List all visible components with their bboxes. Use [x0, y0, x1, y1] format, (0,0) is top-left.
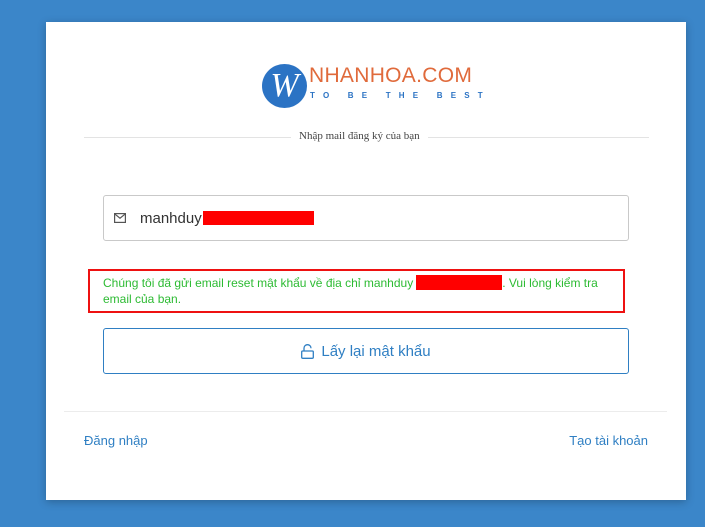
email-text: manhduy [140, 209, 202, 227]
success-message: Chúng tôi đã gửi email reset mật khẩu về… [88, 269, 625, 313]
email-field[interactable]: manhduy [103, 195, 629, 241]
email-value: manhduy [140, 210, 314, 227]
footer-divider [64, 411, 667, 412]
redaction-block [416, 275, 503, 290]
mail-icon [114, 213, 126, 223]
logo-letter: W [270, 67, 299, 104]
unlock-icon [301, 343, 315, 359]
reset-password-label: Lấy lại mật khẩu [321, 342, 431, 360]
recovery-card: W NHANHOA.COM TO BE THE BEST Nhập mail đ… [46, 22, 686, 500]
redaction-block [202, 211, 314, 225]
register-link[interactable]: Tạo tài khoản [569, 433, 648, 448]
success-message-prefix: Chúng tôi đã gửi email reset mật khẩu về… [103, 276, 414, 290]
logo-name: NHANHOA.COM [309, 64, 473, 87]
logo: W NHANHOA.COM TO BE THE BEST [262, 62, 483, 112]
logo-circle: W [262, 64, 307, 108]
reset-password-button[interactable]: Lấy lại mật khẩu [103, 328, 629, 374]
logo-tagline: TO BE THE BEST [310, 91, 491, 100]
login-link[interactable]: Đăng nhập [84, 433, 148, 448]
section-label: Nhập mail đăng ký của bạn [291, 130, 428, 142]
